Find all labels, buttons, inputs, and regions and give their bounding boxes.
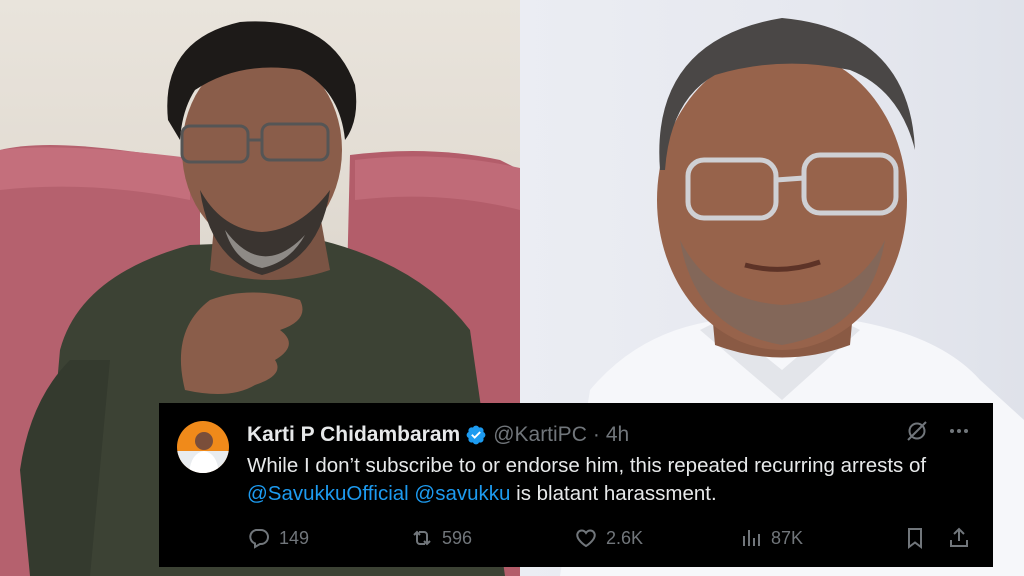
tweet-text-main: While I don’t subscribe to or endorse hi… bbox=[247, 454, 927, 477]
share-icon bbox=[947, 526, 971, 550]
share-button[interactable] bbox=[947, 524, 971, 552]
bookmark-button[interactable] bbox=[903, 524, 927, 552]
like-count: 2.6K bbox=[606, 527, 644, 548]
mention-link[interactable]: @SavukkuOfficial bbox=[247, 482, 409, 505]
tweet-text-tail: is blatant harassment. bbox=[516, 482, 717, 505]
tweet-card[interactable]: Karti P Chidambaram @KartiPC · 4h While … bbox=[159, 403, 993, 567]
verified-badge-icon bbox=[465, 424, 487, 446]
reply-icon bbox=[247, 526, 271, 550]
separator-dot: · bbox=[592, 423, 600, 446]
more-icon[interactable] bbox=[947, 419, 971, 443]
repost-count: 596 bbox=[442, 527, 473, 548]
tweet-header: Karti P Chidambaram @KartiPC · 4h bbox=[247, 421, 993, 449]
tweet-actions: 149 596 2.6K 87K bbox=[247, 524, 977, 552]
timestamp[interactable]: 4h bbox=[606, 423, 629, 447]
like-button[interactable]: 2.6K bbox=[574, 524, 643, 552]
repost-button[interactable]: 596 bbox=[410, 524, 472, 552]
tweet-header-actions bbox=[905, 419, 971, 443]
reply-button[interactable]: 149 bbox=[247, 524, 309, 552]
views-count: 87K bbox=[771, 527, 804, 548]
views-button[interactable]: 87K bbox=[739, 524, 803, 552]
grok-icon[interactable] bbox=[905, 419, 929, 443]
bookmark-icon bbox=[903, 526, 927, 550]
reply-count: 149 bbox=[279, 527, 310, 548]
like-icon bbox=[574, 526, 598, 550]
avatar[interactable] bbox=[177, 421, 229, 473]
author-name[interactable]: Karti P Chidambaram bbox=[247, 423, 460, 447]
mention-link[interactable]: @savukku bbox=[414, 482, 510, 505]
repost-icon bbox=[410, 526, 434, 550]
author-handle[interactable]: @KartiPC bbox=[493, 423, 587, 447]
tweet-text: While I don’t subscribe to or endorse hi… bbox=[247, 452, 977, 508]
views-icon bbox=[739, 526, 763, 550]
